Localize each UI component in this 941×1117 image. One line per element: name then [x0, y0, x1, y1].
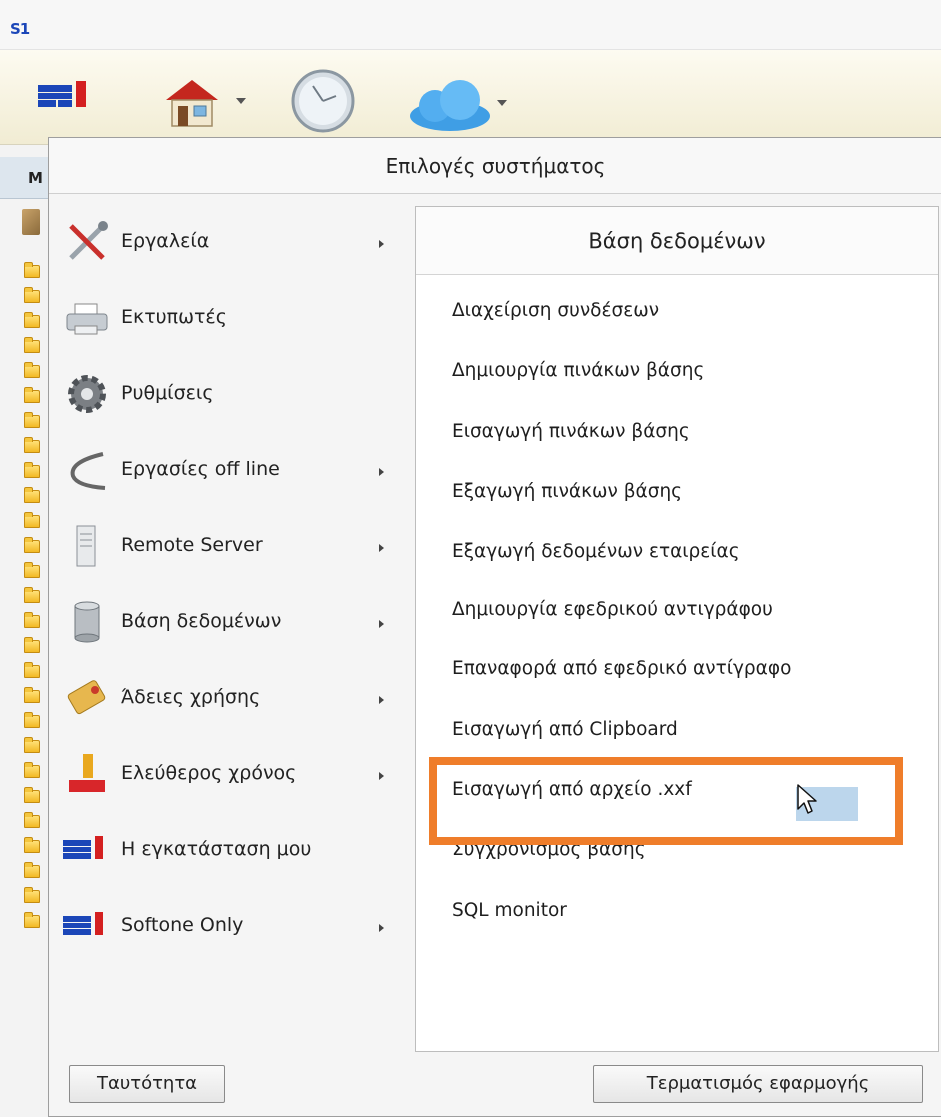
menu-item-label: Remote Server: [121, 534, 263, 556]
folder-icon: [24, 312, 40, 328]
folder-icon: [24, 837, 40, 853]
submenu-arrow-icon: [379, 696, 384, 704]
folder-icon: [24, 712, 40, 728]
annotation-highlight-box: [429, 757, 903, 845]
background-panel: M: [0, 145, 50, 1117]
tools-icon: [63, 220, 111, 264]
submenu-item-export-tables[interactable]: Εξαγωγή πινάκων βάσης: [452, 481, 682, 502]
menu-item-tools[interactable]: Εργαλεία: [63, 212, 403, 272]
app-mini-logo: S1: [10, 20, 30, 38]
submenu-item-sql-monitor[interactable]: SQL monitor: [452, 900, 567, 921]
submenu-arrow-icon: [379, 544, 384, 552]
chevron-down-icon: [497, 100, 507, 106]
cable-icon: [63, 448, 111, 492]
submenu-item-restore-backup[interactable]: Επαναφορά από εφεδρικό αντίγραφο: [452, 658, 791, 679]
folder-icon: [24, 287, 40, 303]
menu-item-remote-server[interactable]: Remote Server: [63, 516, 403, 576]
folder-icon: [24, 912, 40, 928]
folder-icon: [24, 737, 40, 753]
submenu-arrow-icon: [379, 620, 384, 628]
menu-item-leisure[interactable]: Ελεύθερος χρόνος: [63, 744, 403, 804]
submenu-item-import-clipboard[interactable]: Εισαγωγή από Clipboard: [452, 719, 678, 740]
submenu-item-create-tables[interactable]: Δημιουργία πινάκων βάσης: [452, 360, 704, 381]
menu-item-label: Softone Only: [121, 914, 244, 936]
folder-icon: [24, 662, 40, 678]
chevron-down-icon: [236, 98, 246, 104]
avatar: [22, 209, 40, 235]
database-icon: [63, 600, 111, 644]
folder-icon: [24, 587, 40, 603]
menu-item-label: Εκτυπωτές: [121, 306, 227, 328]
system-options-dialog: Επιλογές συστήματος Εργαλεία Εκτυπωτές Ρ…: [48, 137, 941, 1117]
folder-icon: [24, 637, 40, 653]
submenu-item-create-backup[interactable]: Δημιουργία εφεδρικού αντιγράφου: [452, 599, 773, 620]
mouse-cursor-icon: [796, 783, 820, 817]
menu-item-label: Εργαλεία: [121, 230, 210, 252]
gear-icon: [63, 372, 111, 416]
menu-item-licenses[interactable]: Άδειες χρήσης: [63, 668, 403, 728]
folder-icon: [24, 612, 40, 628]
submenu-arrow-icon: [379, 240, 384, 248]
license-icon: [63, 676, 111, 720]
submenu-arrow-icon: [379, 772, 384, 780]
menu-item-label: Εργασίες off line: [121, 458, 280, 480]
folder-icon: [24, 512, 40, 528]
identity-button[interactable]: Ταυτότητα: [69, 1065, 225, 1103]
submenu-arrow-icon: [379, 468, 384, 476]
menu-item-settings[interactable]: Ρυθμίσεις: [63, 364, 403, 424]
folder-icon: [24, 887, 40, 903]
menu-item-database[interactable]: Βάση δεδομένων: [63, 592, 403, 652]
menu-item-label: Άδειες χρήσης: [121, 686, 261, 708]
folder-icon: [24, 362, 40, 378]
submenu-item-import-tables[interactable]: Εισαγωγή πινάκων βάσης: [452, 421, 690, 442]
menu-item-softone-only[interactable]: Softone Only: [63, 896, 403, 956]
menu-item-my-installation[interactable]: Η εγκατάσταση μου: [63, 820, 403, 880]
folder-icon: [24, 462, 40, 478]
server-icon: [63, 524, 111, 568]
folder-icon: [24, 562, 40, 578]
softone-logo-icon[interactable]: [38, 81, 98, 111]
dialog-title: Επιλογές συστήματος: [49, 138, 941, 194]
folder-icon: [24, 537, 40, 553]
folder-icon: [24, 487, 40, 503]
folder-icon: [24, 862, 40, 878]
folder-icon: [24, 262, 40, 278]
leisure-icon: [63, 752, 111, 796]
menu-item-label: Η εγκατάσταση μου: [121, 838, 312, 860]
submenu-item-export-company-data[interactable]: Εξαγωγή δεδομένων εταιρείας: [452, 541, 740, 562]
menu-item-offline-tasks[interactable]: Εργασίες off line: [63, 440, 403, 500]
folder-icon: [24, 812, 40, 828]
submenu-title: Βάση δεδομένων: [416, 207, 938, 275]
cloud-icon[interactable]: [405, 78, 515, 138]
softone-logo-icon: [63, 904, 111, 948]
folder-icon: [24, 762, 40, 778]
folder-icon: [24, 387, 40, 403]
printer-icon: [63, 296, 111, 340]
menu-item-label: Ελεύθερος χρόνος: [121, 762, 297, 784]
softone-logo-icon: [63, 828, 111, 872]
folder-icon: [24, 412, 40, 428]
folder-icon: [24, 437, 40, 453]
folder-icon: [24, 337, 40, 353]
folder-icon: [24, 787, 40, 803]
home-icon[interactable]: [160, 78, 250, 128]
title-bar: S1: [0, 0, 941, 50]
submenu-item-manage-connections[interactable]: Διαχείριση συνδέσεων: [452, 300, 659, 321]
database-submenu: Βάση δεδομένων Διαχείριση συνδέσεων Δημι…: [415, 206, 939, 1052]
submenu-arrow-icon: [379, 924, 384, 932]
folder-icon: [24, 687, 40, 703]
background-tab: M: [0, 157, 50, 199]
clock-icon[interactable]: [288, 66, 358, 136]
exit-application-button[interactable]: Τερματισμός εφαρμογής: [593, 1065, 923, 1103]
menu-item-label: Ρυθμίσεις: [121, 382, 214, 404]
main-toolbar: [0, 50, 941, 145]
menu-item-label: Βάση δεδομένων: [121, 610, 282, 632]
menu-item-printers[interactable]: Εκτυπωτές: [63, 288, 403, 348]
